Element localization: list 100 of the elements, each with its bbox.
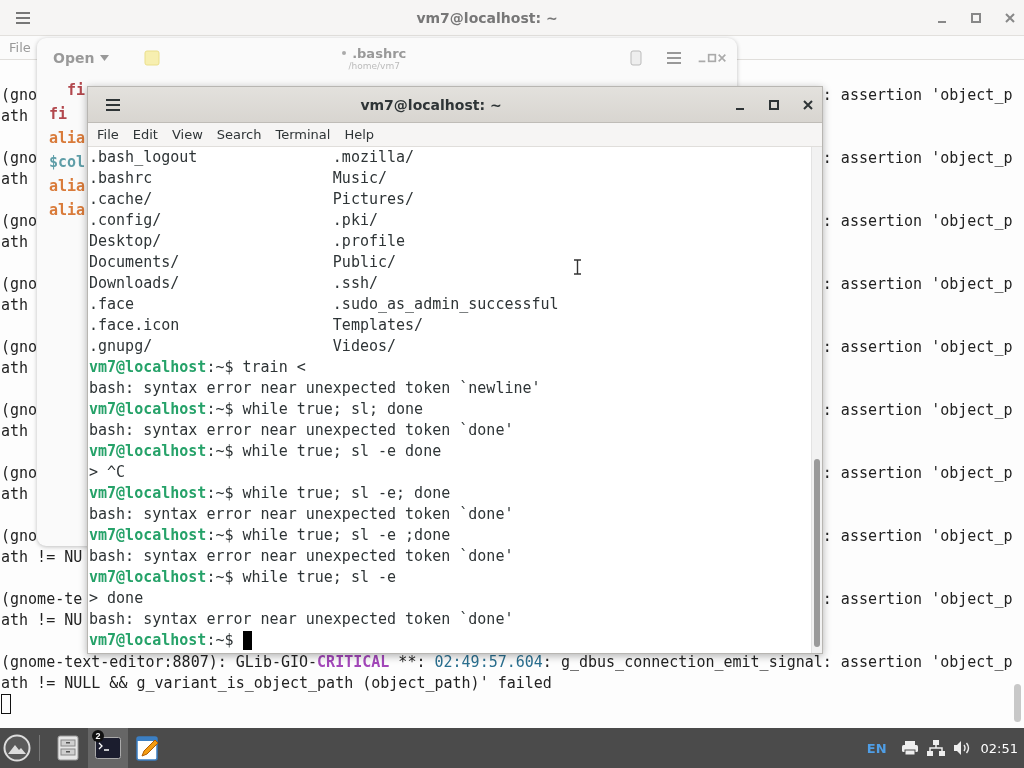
network-icon[interactable]: [926, 739, 945, 757]
file-name: .face: [89, 294, 135, 315]
text-cursor: [242, 631, 252, 650]
menu-item[interactable]: File: [97, 127, 119, 142]
code-text: alia: [49, 129, 86, 147]
output-text: bash: syntax error near unexpected token `done': [89, 420, 514, 441]
terminal-text: : assertion 'object_p: [822, 400, 1013, 421]
window-title: vm7@localhost: ~: [359, 96, 503, 113]
command-text: while true; sl -e done: [242, 441, 442, 462]
command-text: while true; sl -e: [242, 567, 397, 588]
caret-icon: [100, 55, 110, 61]
file-name: .bashrc: [89, 168, 153, 189]
scrollbar[interactable]: [811, 147, 822, 653]
text-cursor: [1, 694, 11, 714]
maximize-icon[interactable]: [768, 98, 780, 111]
terminal-text: ath: [1, 106, 29, 127]
terminal-text: : assertion 'object_p: [822, 211, 1013, 232]
scrollbar-thumb[interactable]: [1014, 684, 1021, 722]
output-text: > ^C: [89, 462, 126, 483]
terminal-text: ath: [1, 484, 29, 505]
window-title: vm7@localhost: ~: [415, 9, 559, 26]
output-text: bash: syntax error near unexpected token `done': [89, 609, 514, 630]
printer-icon[interactable]: [900, 740, 919, 756]
terminal-text: : assertion 'object_p: [822, 274, 1013, 295]
terminal-text: ath: [1, 169, 29, 190]
file-name: .ssh/: [332, 273, 378, 294]
terminal-text: ath != NU: [1, 610, 83, 631]
terminal-text: (gno: [1, 526, 38, 547]
shell-prompt: vm7@localhost:~$: [89, 525, 234, 546]
shell-prompt: vm7@localhost:~$: [89, 357, 234, 378]
file-name: .bash_logout: [89, 147, 198, 168]
shell-prompt: vm7@localhost:~$: [89, 630, 234, 651]
terminal-text: ath != NULL && g_variant_is_object_path (object_path)' failed: [1, 673, 552, 694]
menu-icon[interactable]: [15, 10, 31, 25]
file-name: .gnupg/: [89, 336, 153, 357]
output-text: bash: syntax error near unexpected token `newline': [89, 378, 541, 399]
terminal-text: : assertion 'object_p: [822, 589, 1013, 610]
terminal-text: : assertion 'object_p: [822, 337, 1013, 358]
file-name: Public/: [332, 252, 397, 273]
notepad-icon: [136, 735, 160, 761]
code-text: alia: [49, 201, 86, 219]
shell-prompt: vm7@localhost:~$: [89, 399, 234, 420]
output-text: > done: [89, 588, 144, 609]
code-text: fi: [49, 105, 68, 123]
shell-prompt: vm7@localhost:~$: [89, 441, 234, 462]
menu-item[interactable]: Edit: [132, 127, 158, 142]
menu-item[interactable]: View: [171, 127, 203, 142]
output-text: bash: syntax error near unexpected token `done': [89, 504, 514, 525]
file-name: .profile: [332, 231, 406, 252]
terminal-text: : assertion 'object_p: [822, 463, 1013, 484]
menu-item[interactable]: Help: [344, 127, 375, 142]
menu-icon[interactable]: [105, 97, 121, 112]
terminal-text: (gno: [1, 400, 38, 421]
file-name: Downloads/: [89, 273, 180, 294]
file-name: .cache/: [89, 189, 153, 210]
file-name: .mozilla/: [332, 147, 415, 168]
code-text: alia: [49, 177, 86, 195]
scrollbar-thumb[interactable]: [814, 459, 820, 647]
terminal-text: (gnome-text-editor:8807): GLib-GIO-CRITICAL **: 02:49:57.604: g_dbus_connection_emit_signal: assertion 'object_p: [1, 652, 1013, 673]
code-text: fi: [66, 81, 86, 99]
document-title: .bashrc: [342, 45, 407, 61]
text-cursor-icon: [574, 259, 581, 275]
file-name: Templates/: [332, 315, 424, 336]
file-name: Videos/: [332, 336, 397, 357]
terminal-text: ath: [1, 421, 29, 442]
mountain-logo-icon[interactable]: [3, 734, 31, 762]
file-name: .config/: [89, 210, 162, 231]
command-text: while true; sl; done: [242, 399, 424, 420]
terminal-text: ath: [1, 232, 29, 253]
menu-item[interactable]: Search: [216, 127, 262, 142]
code-text: $col: [49, 153, 86, 171]
terminal-text: (gnome-te: [1, 589, 83, 610]
terminal-icon: [95, 737, 121, 759]
close-icon[interactable]: [802, 98, 814, 111]
terminal-text: (gno: [1, 274, 38, 295]
terminal-text: : assertion 'object_p: [822, 85, 1013, 106]
file-name: Music/: [332, 168, 387, 189]
terminal-text: ath: [1, 295, 29, 316]
terminal-text: ath != NU: [1, 547, 83, 568]
shell-prompt: vm7@localhost:~$: [89, 483, 234, 504]
file-name: .face.icon: [89, 315, 180, 336]
file-cabinet-icon: [57, 735, 79, 761]
command-text: train <: [242, 357, 306, 378]
terminal-text: : assertion 'object_p: [822, 148, 1013, 169]
command-text: while true; sl -e; done: [242, 483, 451, 504]
count-badge: 2: [92, 730, 104, 742]
clock: 02:51: [980, 740, 1018, 756]
speaker-icon[interactable]: [952, 740, 971, 756]
terminal-text: (gno: [1, 211, 38, 232]
menu-item[interactable]: Terminal: [275, 127, 331, 142]
command-text: while true; sl -e ;done: [242, 525, 451, 546]
terminal-text: : assertion 'object_p: [822, 526, 1013, 547]
file-name: Documents/: [89, 252, 180, 273]
file-name: .sudo_as_admin_successful: [332, 294, 559, 315]
file-name: .pki/: [332, 210, 378, 231]
terminal-text: (gno: [1, 337, 38, 358]
file-name: Desktop/: [89, 231, 162, 252]
taskbar-app[interactable]: 2: [88, 728, 128, 768]
file-name: Pictures/: [332, 189, 415, 210]
document-path: /home/vm7: [348, 60, 400, 71]
